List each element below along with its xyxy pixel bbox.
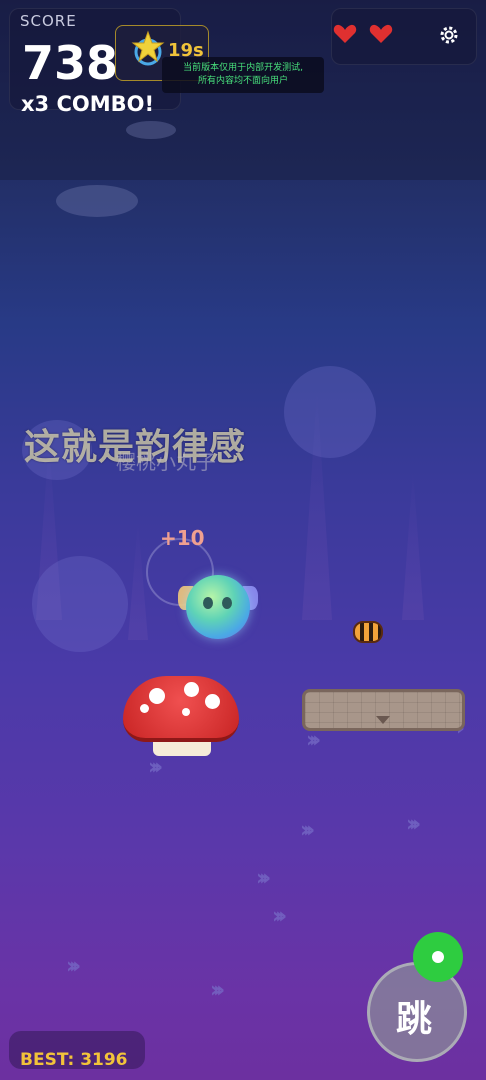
rhythm-subtitle: 樱桃小丸子 xyxy=(116,450,216,474)
combo-counter: x3 COMBO! xyxy=(21,92,155,116)
dev-notice: 当前版本仅用于内部开发测试, 所有内容均不面向用户 xyxy=(162,57,324,93)
dev-notice-line: 所有内容均不面向用户 xyxy=(197,76,288,86)
stone-platform xyxy=(302,689,465,731)
crystal-spike xyxy=(402,470,424,620)
bg-arrow: ››› xyxy=(306,728,321,753)
score-label: SCORE xyxy=(20,12,77,30)
player-eye xyxy=(222,597,232,609)
mushroom-spot xyxy=(182,708,190,716)
heart-icon xyxy=(369,24,393,43)
bg-bubble xyxy=(32,556,128,652)
dev-notice-line: 当前版本仅用于内部开发测试, xyxy=(183,63,303,73)
mushroom-spot xyxy=(184,682,199,697)
mushroom-spot xyxy=(140,704,149,713)
cloud xyxy=(56,185,138,217)
bg-arrow: ››› xyxy=(148,755,163,780)
bg-arrow: ››› xyxy=(66,954,81,979)
star-icon xyxy=(131,30,165,66)
mushroom-spot xyxy=(149,688,165,704)
action-button-dot xyxy=(432,951,444,963)
mushroom-spot xyxy=(205,694,220,709)
bg-arrow: ››› xyxy=(272,904,287,929)
score-value: 738 xyxy=(22,36,119,90)
bg-arrow: ››› xyxy=(256,866,271,891)
bee-enemy xyxy=(353,621,383,643)
heart-icon xyxy=(333,24,357,43)
settings-button[interactable] xyxy=(432,20,466,50)
player-character xyxy=(186,575,250,639)
bg-arrow: ››› xyxy=(300,818,315,843)
gear-icon xyxy=(440,26,458,44)
bg-bubble xyxy=(284,366,376,458)
player-eye xyxy=(203,597,213,609)
best-score: BEST: 3196 xyxy=(20,1050,128,1070)
points-popup: +10 xyxy=(160,526,205,550)
platform-marker xyxy=(376,716,390,724)
jump-button-label: 跳 xyxy=(396,999,433,1040)
bg-arrow: ››› xyxy=(210,978,225,1003)
crystal-spike xyxy=(128,520,148,640)
cloud xyxy=(126,121,176,139)
bg-arrow: ››› xyxy=(406,812,421,837)
